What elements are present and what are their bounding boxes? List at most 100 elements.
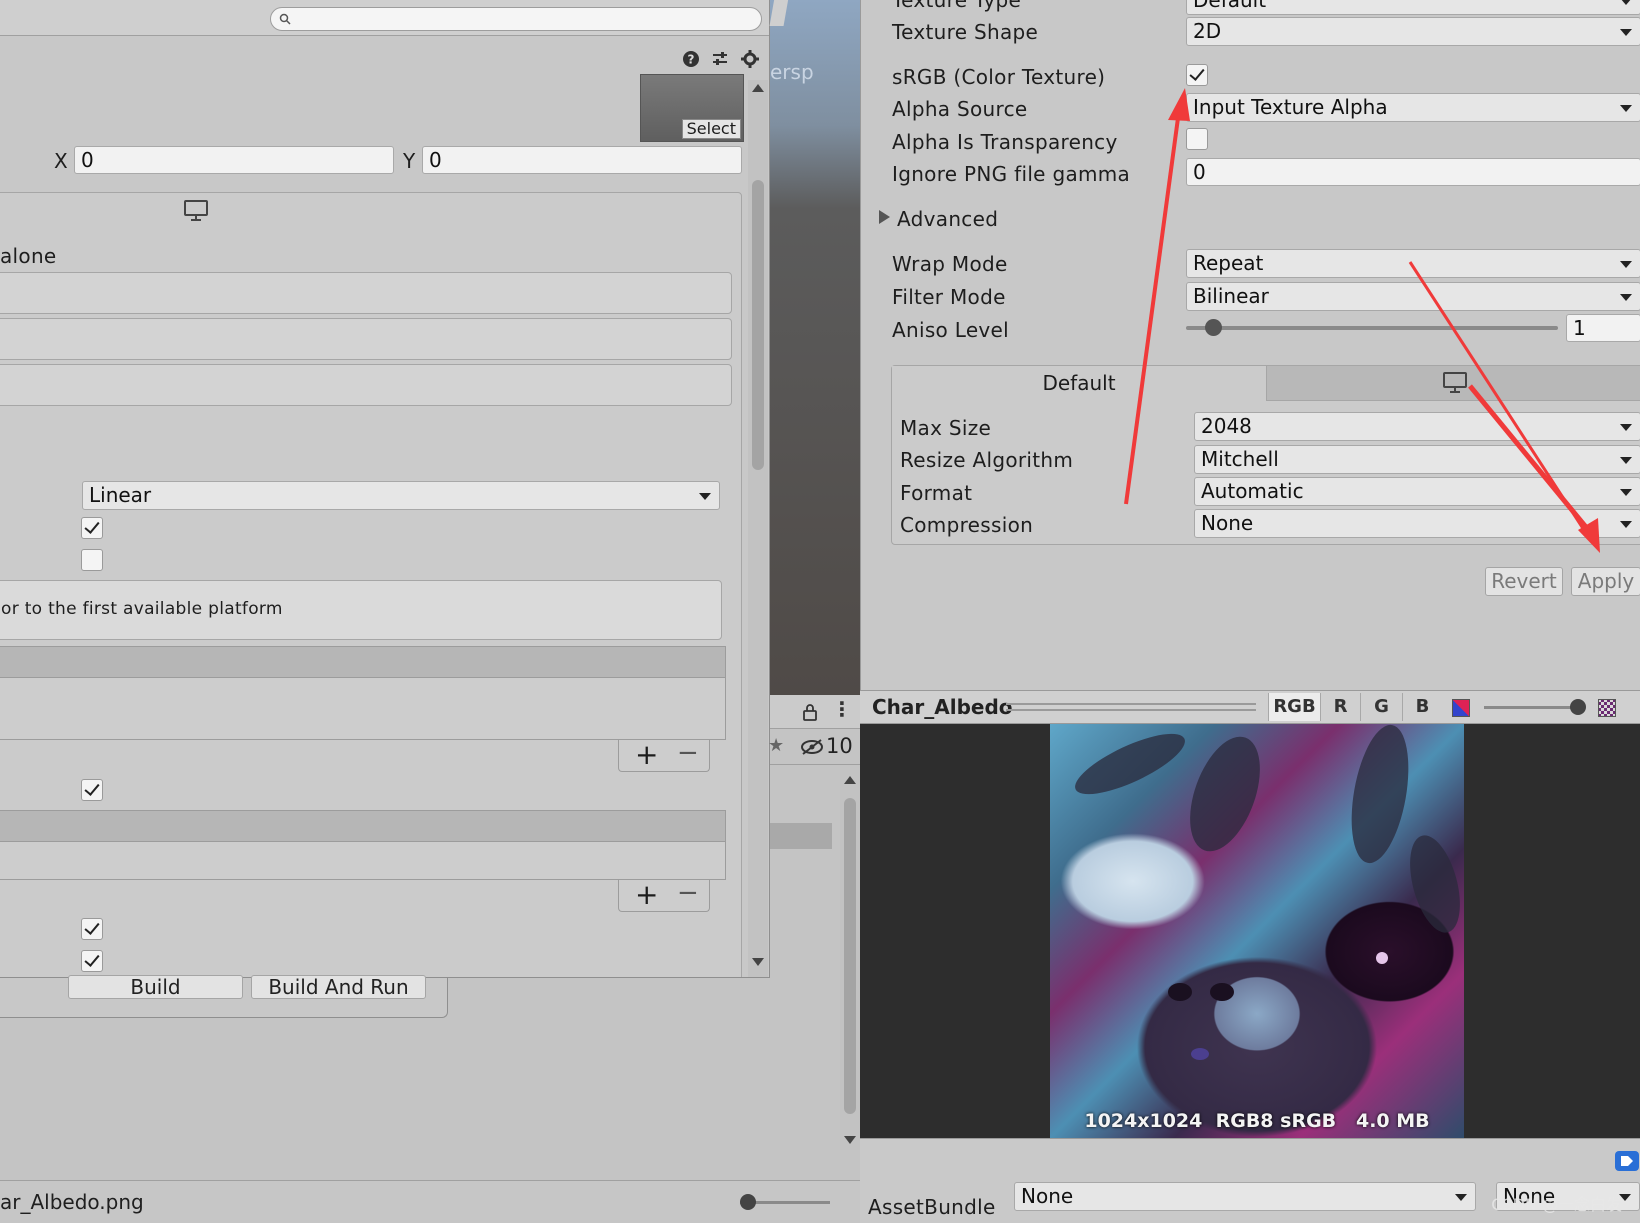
channel-r-button[interactable]: R (1320, 693, 1360, 721)
compression-value: None (1201, 511, 1254, 535)
x-field[interactable]: 0 (74, 146, 394, 174)
x-label: X (54, 149, 69, 173)
wrap-mode-label: Wrap Mode (892, 252, 1008, 276)
star-icon[interactable]: ★ (768, 735, 784, 756)
remove-icon[interactable]: − (677, 738, 699, 768)
hierarchy-strip: ⋮ ★ 10 (768, 695, 860, 1223)
max-size-dropdown[interactable]: 2048 (1194, 412, 1640, 441)
texture-shape-dropdown[interactable]: 2D (1186, 17, 1640, 46)
more-options-icon[interactable]: ⋮ (832, 697, 852, 721)
srgb-label: sRGB (Color Texture) (892, 65, 1106, 89)
search-input[interactable] (270, 7, 762, 31)
scrollbar-thumb[interactable] (752, 180, 764, 470)
add-icon[interactable]: + (635, 738, 658, 771)
srgb-checkbox[interactable] (1186, 64, 1208, 86)
filter-mode-dropdown[interactable]: Bilinear (1186, 282, 1640, 311)
texture-type-dropdown[interactable]: Default (1186, 0, 1640, 15)
option-checkbox-4[interactable] (81, 918, 103, 940)
tag-icon[interactable] (1615, 1151, 1639, 1171)
aniso-slider-handle[interactable] (1205, 319, 1222, 336)
checker-icon[interactable] (1598, 699, 1616, 717)
texture-preview[interactable]: 1024x1024 RGB8 sRGB 4.0 MB (860, 724, 1640, 1138)
scroll-up-icon[interactable] (844, 776, 856, 784)
ignore-png-gamma-field[interactable]: 0 (1186, 158, 1640, 186)
drag-handle[interactable] (1006, 703, 1256, 711)
search-icon (279, 13, 291, 25)
channel-rgb-button[interactable]: RGB (1268, 693, 1320, 721)
option-checkbox-2[interactable] (81, 549, 103, 571)
chevron-down-icon (1620, 521, 1632, 528)
channel-g-button[interactable]: G (1360, 693, 1402, 721)
format-value: Automatic (1201, 479, 1304, 503)
aniso-level-slider[interactable] (1186, 326, 1558, 330)
settings-row-3[interactable] (0, 364, 732, 406)
channel-b-button[interactable]: B (1402, 693, 1442, 721)
tab-standalone[interactable] (1267, 366, 1640, 401)
build-settings-toolbar (0, 0, 769, 36)
scrollbar-thumb[interactable] (844, 798, 856, 1114)
option-checkbox-3[interactable] (81, 779, 103, 801)
chevron-down-icon (1620, 29, 1632, 36)
icon-thumbnail[interactable]: Select (640, 74, 744, 142)
build-button[interactable]: Build (68, 975, 243, 999)
alpha-source-dropdown[interactable]: Input Texture Alpha (1186, 93, 1640, 122)
scene-view[interactable]: ersp (769, 0, 860, 695)
chevron-down-icon (1620, 0, 1632, 5)
chevron-down-icon (1620, 489, 1632, 496)
hierarchy-selected-row[interactable] (770, 823, 832, 849)
selected-file-name: ar_Albedo.png (0, 1190, 144, 1214)
advanced-foldout[interactable]: Advanced (897, 207, 998, 231)
select-button[interactable]: Select (681, 119, 741, 139)
compression-dropdown[interactable]: None (1194, 509, 1640, 538)
monitor-icon[interactable] (184, 200, 208, 222)
format-dropdown[interactable]: Automatic (1194, 477, 1640, 506)
hidden-eye-icon[interactable] (800, 739, 824, 755)
wrap-mode-value: Repeat (1193, 251, 1264, 275)
revert-button[interactable]: Revert (1485, 567, 1563, 596)
settings-row-1[interactable] (0, 272, 732, 314)
presets-icon[interactable] (711, 50, 729, 68)
gear-icon[interactable] (741, 50, 759, 68)
color-space-dropdown[interactable]: Linear (82, 481, 720, 510)
alpha-transparency-checkbox[interactable] (1186, 128, 1208, 150)
settings-row-2[interactable] (0, 318, 732, 360)
chevron-down-icon (1620, 457, 1632, 464)
mip-slider[interactable] (1484, 706, 1580, 709)
vertical-scrollbar[interactable] (748, 80, 768, 977)
assetbundle-dropdown[interactable]: None (1014, 1182, 1476, 1211)
lock-icon[interactable] (802, 703, 818, 721)
add-icon[interactable]: + (635, 878, 658, 911)
project-status-bar: ar_Albedo.png (0, 1180, 860, 1223)
mip-slider-handle[interactable] (1570, 699, 1586, 715)
hierarchy-scrollbar[interactable] (840, 770, 860, 1150)
wrap-mode-dropdown[interactable]: Repeat (1186, 249, 1640, 278)
remove-icon[interactable]: − (677, 878, 699, 908)
svg-text:?: ? (688, 53, 695, 67)
aniso-level-field[interactable]: 1 (1566, 314, 1640, 342)
option-checkbox-5[interactable] (81, 950, 103, 972)
resize-algorithm-label: Resize Algorithm (900, 448, 1074, 472)
apply-button[interactable]: Apply (1571, 567, 1640, 596)
list-body-2 (0, 842, 726, 880)
texture-info: 1024x1024 RGB8 sRGB 4.0 MB (1084, 1110, 1430, 1132)
build-and-run-button[interactable]: Build And Run (251, 975, 426, 999)
tab-default[interactable]: Default (892, 366, 1267, 401)
scroll-down-icon[interactable] (844, 1136, 856, 1144)
alpha-channel-icon[interactable] (1452, 699, 1470, 717)
chevron-down-icon (1620, 105, 1632, 112)
platform-message-box: or to the first available platform (0, 580, 722, 640)
zoom-slider-handle[interactable] (740, 1194, 756, 1210)
scroll-up-icon[interactable] (752, 84, 764, 92)
help-icon[interactable]: ? (682, 50, 700, 68)
resize-algorithm-dropdown[interactable]: Mitchell (1194, 445, 1640, 474)
scroll-down-icon[interactable] (752, 958, 764, 966)
assetbundle-label: AssetBundle (868, 1195, 996, 1219)
y-field[interactable]: 0 (422, 146, 742, 174)
color-space-value: Linear (89, 483, 152, 507)
preview-header: Char_Albedo RGB R G B (860, 690, 1640, 724)
option-checkbox-1[interactable] (81, 517, 103, 539)
scene-gizmo[interactable] (769, 0, 789, 26)
foldout-arrow-icon[interactable] (879, 210, 890, 224)
platform-tab-label: alone (0, 244, 57, 268)
list-header-1 (0, 646, 726, 678)
